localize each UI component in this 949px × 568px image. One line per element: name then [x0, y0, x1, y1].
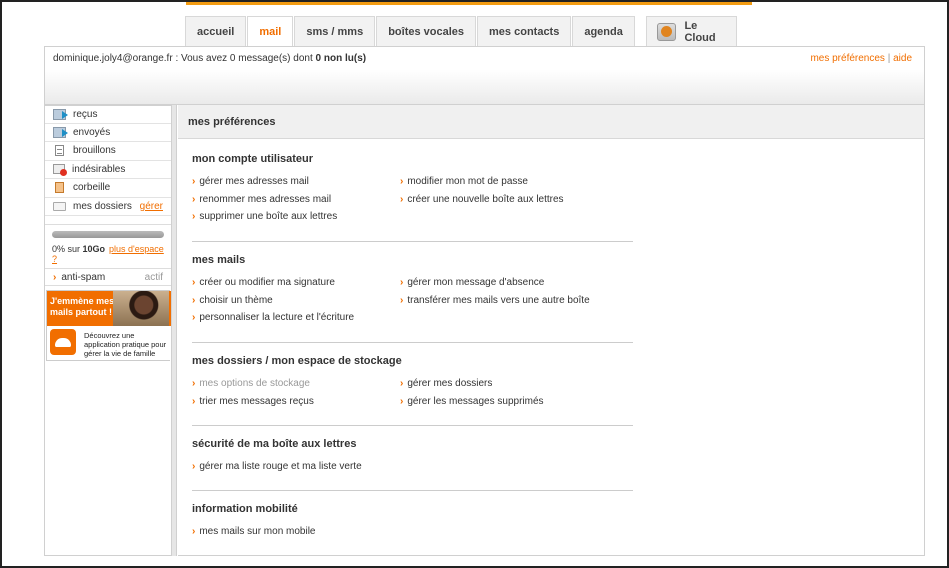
link-theme[interactable]: › choisir un thème	[192, 295, 273, 306]
folder-icon	[53, 201, 66, 211]
preferences-link[interactable]: mes préférences	[810, 53, 884, 64]
tab-accueil[interactable]: accueil	[185, 16, 247, 46]
inbox-arrow-icon	[53, 108, 68, 120]
sidebar-item-indesirables[interactable]: indésirables	[45, 161, 171, 179]
tab-sms-mms[interactable]: sms / mms	[294, 16, 376, 46]
tab-le-cloud[interactable]: Le Cloud	[645, 16, 737, 46]
sidebar-item-label: mes dossiers	[73, 200, 132, 212]
link-signature[interactable]: › créer ou modifier ma signature	[192, 277, 335, 288]
tab-mes-contacts[interactable]: mes contacts	[477, 16, 572, 46]
link-manage-addresses[interactable]: › gérer mes adresses mail	[192, 176, 309, 187]
link-mobile-mails[interactable]: › mes mails sur mon mobile	[192, 526, 316, 537]
section-title: mon compte utilisateur	[192, 153, 314, 165]
section-mails: mes mails › créer ou modifier ma signatur…	[192, 254, 633, 343]
message-count-text: : Vous avez 0 message(s) dont	[172, 53, 316, 64]
link-delete-mailbox[interactable]: › supprimer une boîte aux lettres	[192, 211, 337, 222]
account-bar: dominique.joly4@orange.fr : Vous avez 0 …	[44, 46, 925, 105]
link-manage-folders[interactable]: › gérer mes dossiers	[400, 378, 492, 389]
chevron-right-icon: ›	[53, 271, 57, 283]
section-title: mes dossiers / mon espace de stockage	[192, 355, 402, 367]
section-title: information mobilité	[192, 503, 298, 515]
antispam-label: anti-spam	[61, 271, 106, 283]
account-status: dominique.joly4@orange.fr : Vous avez 0 …	[53, 53, 366, 64]
storage-total: 10Go	[82, 244, 106, 254]
draft-doc-icon	[55, 145, 64, 157]
section-title: sécurité de ma boîte aux lettres	[192, 438, 357, 450]
family-app-icon	[50, 329, 76, 355]
link-rename-addresses[interactable]: › renommer mes adresses mail	[192, 194, 331, 205]
storage-text: 0% sur 10Go plus d'espace ?	[52, 244, 164, 264]
section-divider	[192, 342, 633, 343]
sidebar-item-corbeille[interactable]: corbeille	[45, 179, 171, 198]
help-link[interactable]: aide	[893, 53, 912, 64]
section-mobility: information mobilité › mes mails sur mon …	[192, 503, 633, 546]
sidebar-item-envoyes[interactable]: envoyés	[45, 124, 171, 142]
section-divider	[192, 241, 633, 242]
section-divider	[192, 490, 633, 491]
antispam-row[interactable]: › anti-spam actif	[45, 268, 171, 286]
tab-mail[interactable]: mail	[247, 16, 294, 47]
sidebar-item-brouillons[interactable]: brouillons	[45, 142, 171, 161]
main-tabs: accueil mail sms / mms boîtes vocales me…	[185, 16, 738, 47]
promo-footer: Découvrez une application pratique pour …	[47, 326, 171, 360]
tab-agenda[interactable]: agenda	[572, 16, 635, 46]
link-create-mailbox[interactable]: › créer une nouvelle boîte aux lettres	[400, 194, 564, 205]
section-security: sécurité de ma boîte aux lettres › gérer …	[192, 438, 633, 491]
link-red-green-list[interactable]: › gérer ma liste rouge et ma liste verte	[192, 461, 362, 472]
sent-arrow-icon	[53, 126, 68, 138]
spam-icon	[53, 164, 67, 177]
sidebar: reçus envoyés brouillons indésirables co…	[44, 105, 172, 556]
sidebar-item-recus[interactable]: reçus	[45, 105, 171, 124]
link-absence-message[interactable]: › gérer mon message d'absence	[400, 277, 544, 288]
sidebar-item-label: envoyés	[73, 126, 111, 138]
section-divider	[192, 425, 633, 426]
promo-body: Découvrez une application pratique pour …	[84, 331, 167, 358]
tab-le-cloud-label: Le Cloud	[684, 19, 716, 44]
unread-count: 0 non lu(s)	[315, 53, 367, 64]
promo-banner[interactable]: J'emmène mes mails partout ! Découvrez u…	[46, 290, 171, 361]
section-account: mon compte utilisateur › gérer mes adress…	[192, 153, 633, 242]
sidebar-item-mes-dossiers[interactable]: mes dossiers gérer	[45, 198, 171, 216]
storage-usage: 0% sur 10Go plus d'espace ?	[45, 224, 171, 268]
link-sort-received[interactable]: › trier mes messages reçus	[192, 396, 314, 407]
user-email: dominique.joly4@orange.fr	[53, 53, 173, 64]
link-storage-options[interactable]: › mes options de stockage	[192, 378, 310, 389]
preferences-panel: mes préférences mon compte utilisateur ›…	[178, 105, 925, 556]
top-accent-line	[186, 2, 752, 5]
storage-progress-bar	[52, 231, 164, 238]
link-reading-writing[interactable]: › personnaliser la lecture et l'écriture	[192, 312, 354, 323]
section-title: mes mails	[192, 254, 246, 266]
sidebar-item-label: brouillons	[73, 145, 116, 157]
sidebar-item-label: indésirables	[72, 163, 126, 175]
tab-boites-vocales[interactable]: boîtes vocales	[376, 16, 477, 46]
folder-list: reçus envoyés brouillons indésirables co…	[45, 105, 171, 216]
cloud-app-icon	[656, 22, 677, 41]
manage-folders-link[interactable]: gérer	[140, 201, 163, 212]
top-links: mes préférences | aide	[810, 53, 912, 64]
promo-photo	[113, 291, 169, 326]
link-forward-mails[interactable]: › transférer mes mails vers une autre boî…	[400, 295, 590, 306]
links-separator: |	[884, 53, 894, 64]
sidebar-splitter	[172, 105, 177, 556]
sidebar-item-label: corbeille	[73, 182, 111, 194]
page-title: mes préférences	[178, 105, 924, 139]
promo-headline: J'emmène mes mails partout !	[50, 296, 115, 317]
link-deleted-messages[interactable]: › gérer les messages supprimés	[400, 396, 544, 407]
sidebar-item-label: reçus	[73, 108, 98, 120]
trash-icon	[55, 182, 64, 194]
antispam-status: actif	[144, 271, 163, 283]
section-storage: mes dossiers / mon espace de stockage › m…	[192, 355, 633, 426]
link-change-password[interactable]: › modifier mon mot de passe	[400, 176, 528, 187]
storage-percent: 0% sur	[52, 244, 83, 254]
